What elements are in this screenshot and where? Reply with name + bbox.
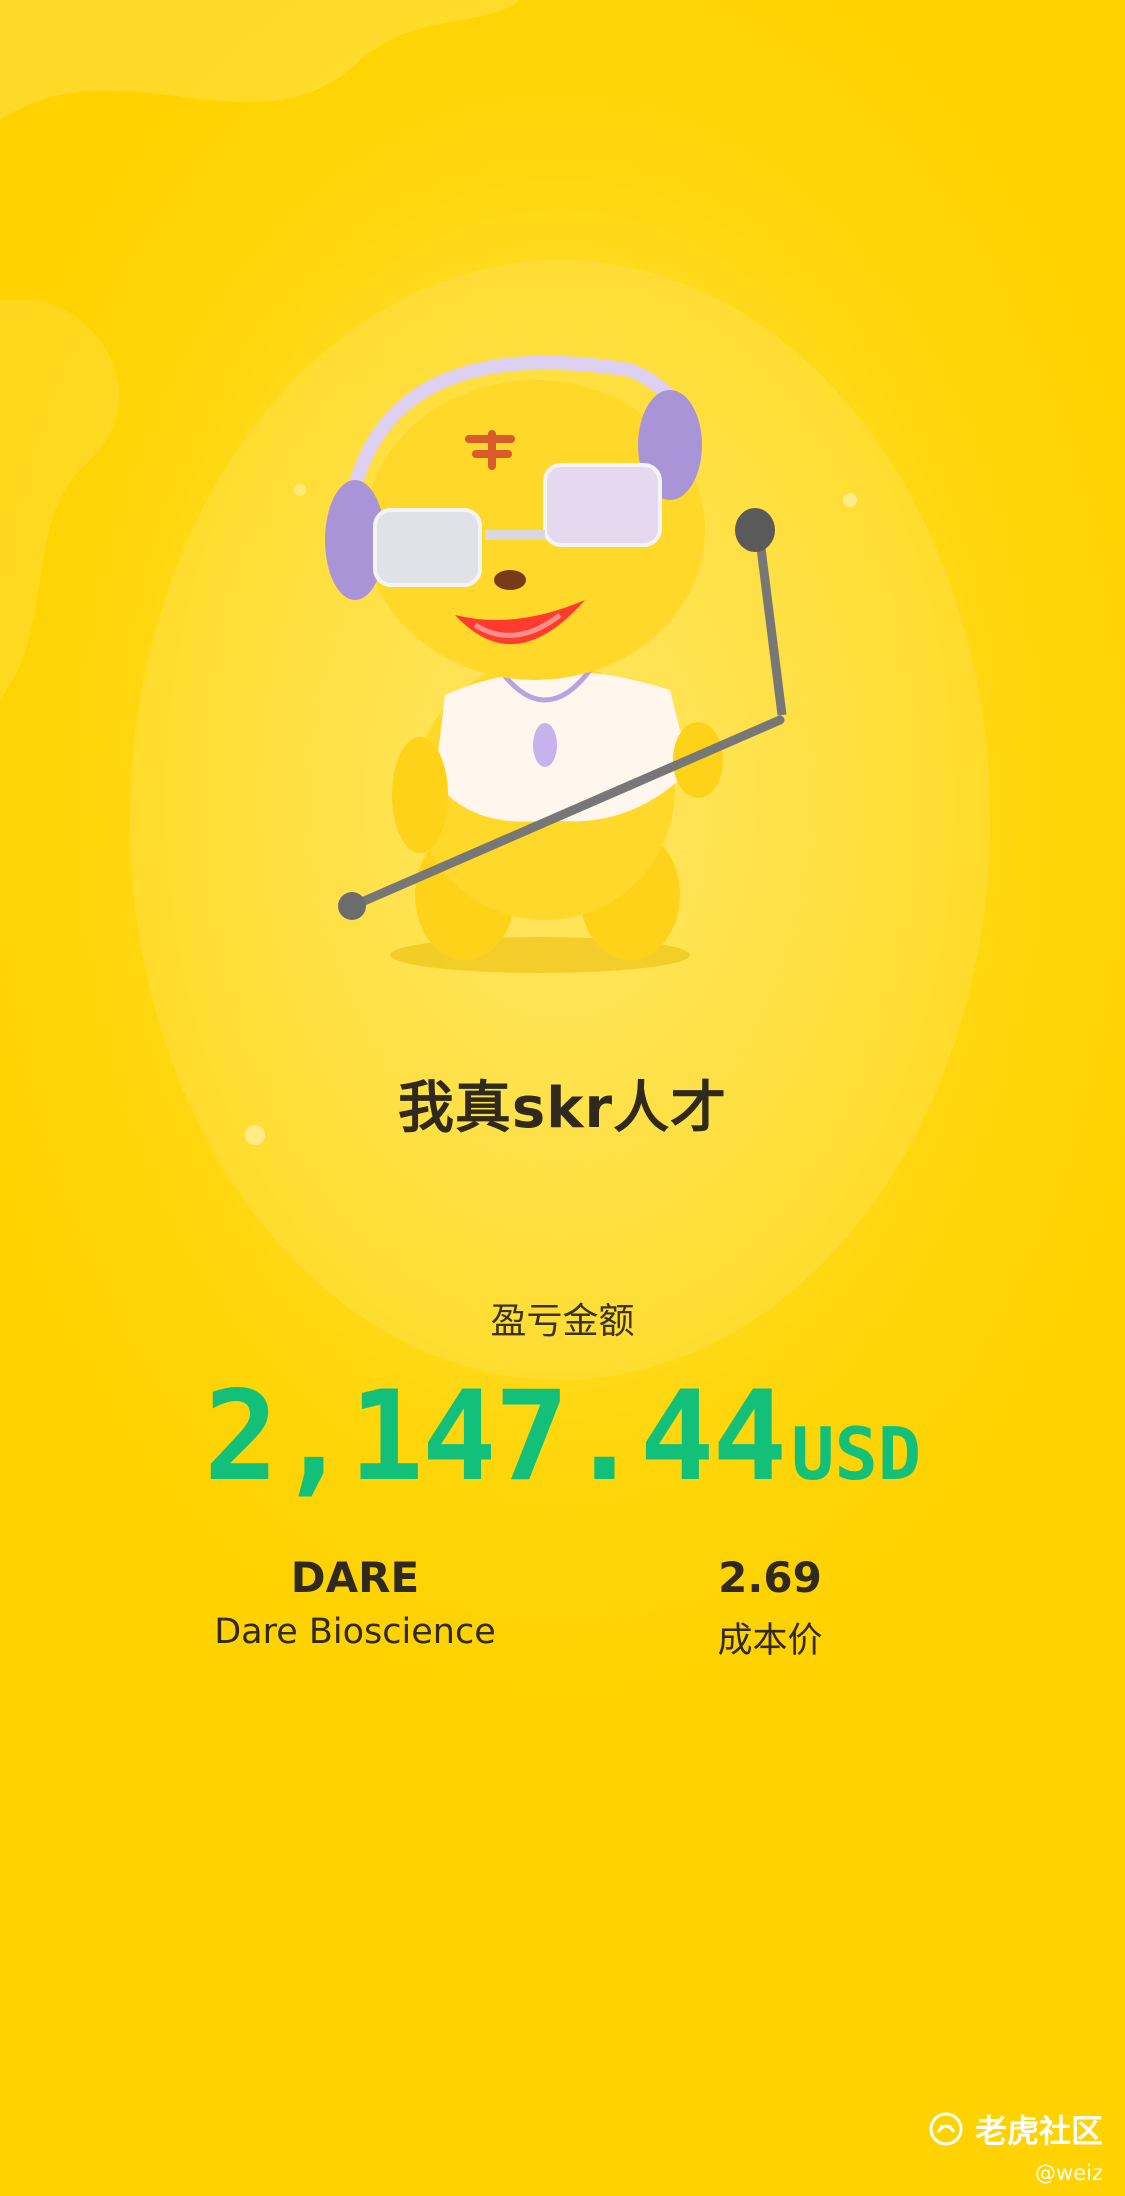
- watermark-brand: 老虎社区: [929, 2106, 1103, 2152]
- profit-loss-label: 盈亏金额: [490, 1301, 635, 1342]
- share-card: 我真skr人才 盈亏金额 2,147.44USD DARE Dare Biosc…: [0, 0, 1125, 2196]
- tiger-community-logo-icon: [929, 2112, 963, 2146]
- watermark-brand-text: 老虎社区: [974, 2112, 1103, 2150]
- watermark-handle: @weiz: [1035, 2161, 1103, 2185]
- profit-loss-currency: USD: [791, 1412, 922, 1496]
- cost-info: 2.69 成本价: [620, 1553, 920, 1663]
- tiger-mascot-illustration: [325, 355, 787, 973]
- profit-loss-value: 2,147.44: [203, 1365, 787, 1509]
- profit-loss-amount: 2,147.44USD: [0, 1365, 1125, 1509]
- stock-info: DARE Dare Bioscience: [185, 1553, 525, 1652]
- stock-name: Dare Bioscience: [214, 1612, 496, 1652]
- cost-price-label: 成本价: [717, 1621, 823, 1661]
- cost-price-value: 2.69: [718, 1553, 822, 1602]
- share-slogan: 我真skr人才: [397, 1076, 728, 1141]
- stock-symbol: DARE: [290, 1553, 420, 1602]
